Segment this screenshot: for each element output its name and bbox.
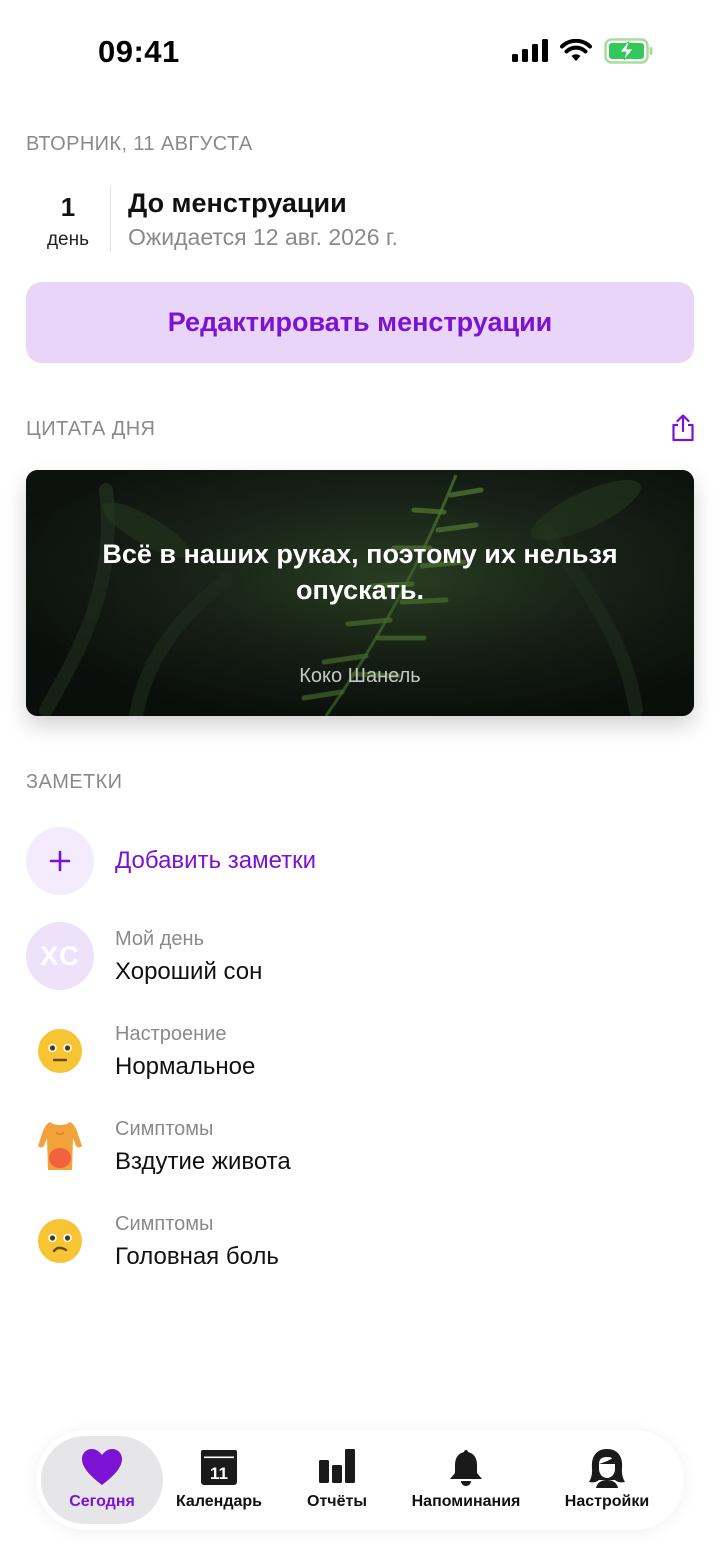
cellular-signal-icon: [512, 39, 548, 62]
note-caption: Настроение: [115, 1023, 227, 1045]
quote-author: Коко Шанель: [299, 665, 421, 687]
quote-text: Всё в наших руках, поэтому их нельзя опу…: [102, 539, 618, 605]
note-value: Хороший сон: [115, 958, 263, 985]
calendar-badge: 11: [210, 1464, 228, 1483]
share-icon: [672, 414, 694, 442]
cycle-info: 1 день До менструации Ожидается 12 авг. …: [26, 184, 694, 254]
calendar-icon: 11: [201, 1450, 237, 1485]
edit-periods-button[interactable]: Редактировать менструации: [26, 282, 694, 363]
plus-icon: [26, 827, 94, 895]
cycle-expected-date: Ожидается 12 авг. 2026 г.: [128, 224, 398, 250]
tab-calendar[interactable]: 11 Календарь: [163, 1430, 275, 1530]
tab-settings[interactable]: Настройки: [546, 1430, 668, 1530]
days-unit: день: [46, 229, 90, 250]
add-note-button[interactable]: Добавить заметки: [26, 827, 694, 897]
bell-icon: [450, 1450, 482, 1486]
heart-icon: [82, 1449, 122, 1485]
notes-section-label: ЗАМЕТКИ: [26, 771, 123, 793]
tab-label: Отчёты: [307, 1493, 367, 1510]
date-label: ВТОРНИК, 11 АВГУСТА: [26, 133, 253, 155]
quote-card[interactable]: Всё в наших руках, поэтому их нельзя опу…: [26, 470, 694, 716]
days-counter: 1 день: [26, 184, 110, 250]
tab-today[interactable]: Сегодня: [41, 1430, 163, 1530]
tab-reminders[interactable]: Напоминания: [401, 1430, 531, 1530]
days-count: 1: [60, 192, 76, 222]
status-time: 09:41: [98, 34, 180, 69]
neutral-face-icon: [26, 1017, 94, 1085]
headache-face-icon: [26, 1207, 94, 1275]
tab-label: Настройки: [564, 1493, 650, 1510]
bloating-body-icon: [26, 1112, 94, 1180]
note-value: Вздутие живота: [115, 1148, 291, 1175]
quote-section-label: ЦИТАТА ДНЯ: [26, 418, 156, 440]
note-item-symptom-bloating[interactable]: Симптомы Вздутие живота: [26, 1112, 694, 1182]
status-bar: 09:41: [0, 0, 720, 100]
note-caption: Мой день: [115, 928, 204, 950]
note-item-symptom-headache[interactable]: Симптомы Головная боль: [26, 1207, 694, 1277]
divider: [110, 186, 111, 252]
status-icons: [512, 38, 654, 64]
cycle-title: До менструации: [128, 188, 347, 218]
note-item-mood[interactable]: Настроение Нормальное: [26, 1017, 694, 1087]
initials-avatar: XC: [26, 922, 94, 990]
note-caption: Симптомы: [115, 1213, 214, 1235]
tab-reports[interactable]: Отчёты: [281, 1430, 393, 1530]
tab-bar: Сегодня 11 Календарь Отчёты Напоминания: [36, 1430, 684, 1530]
share-button[interactable]: [670, 414, 696, 442]
tab-label: Календарь: [175, 1493, 263, 1510]
bar-chart-icon: [319, 1449, 355, 1483]
wifi-icon: [560, 39, 592, 61]
tab-label: Сегодня: [69, 1493, 135, 1510]
note-caption: Симптомы: [115, 1118, 214, 1140]
battery-charging-icon: [604, 38, 653, 64]
note-item-my-day[interactable]: XC Мой день Хороший сон: [26, 922, 694, 992]
note-value: Головная боль: [115, 1243, 279, 1270]
add-note-label: Добавить заметки: [115, 847, 317, 874]
tab-label: Напоминания: [411, 1493, 521, 1510]
profile-icon: [589, 1449, 625, 1488]
note-value: Нормальное: [115, 1053, 256, 1080]
